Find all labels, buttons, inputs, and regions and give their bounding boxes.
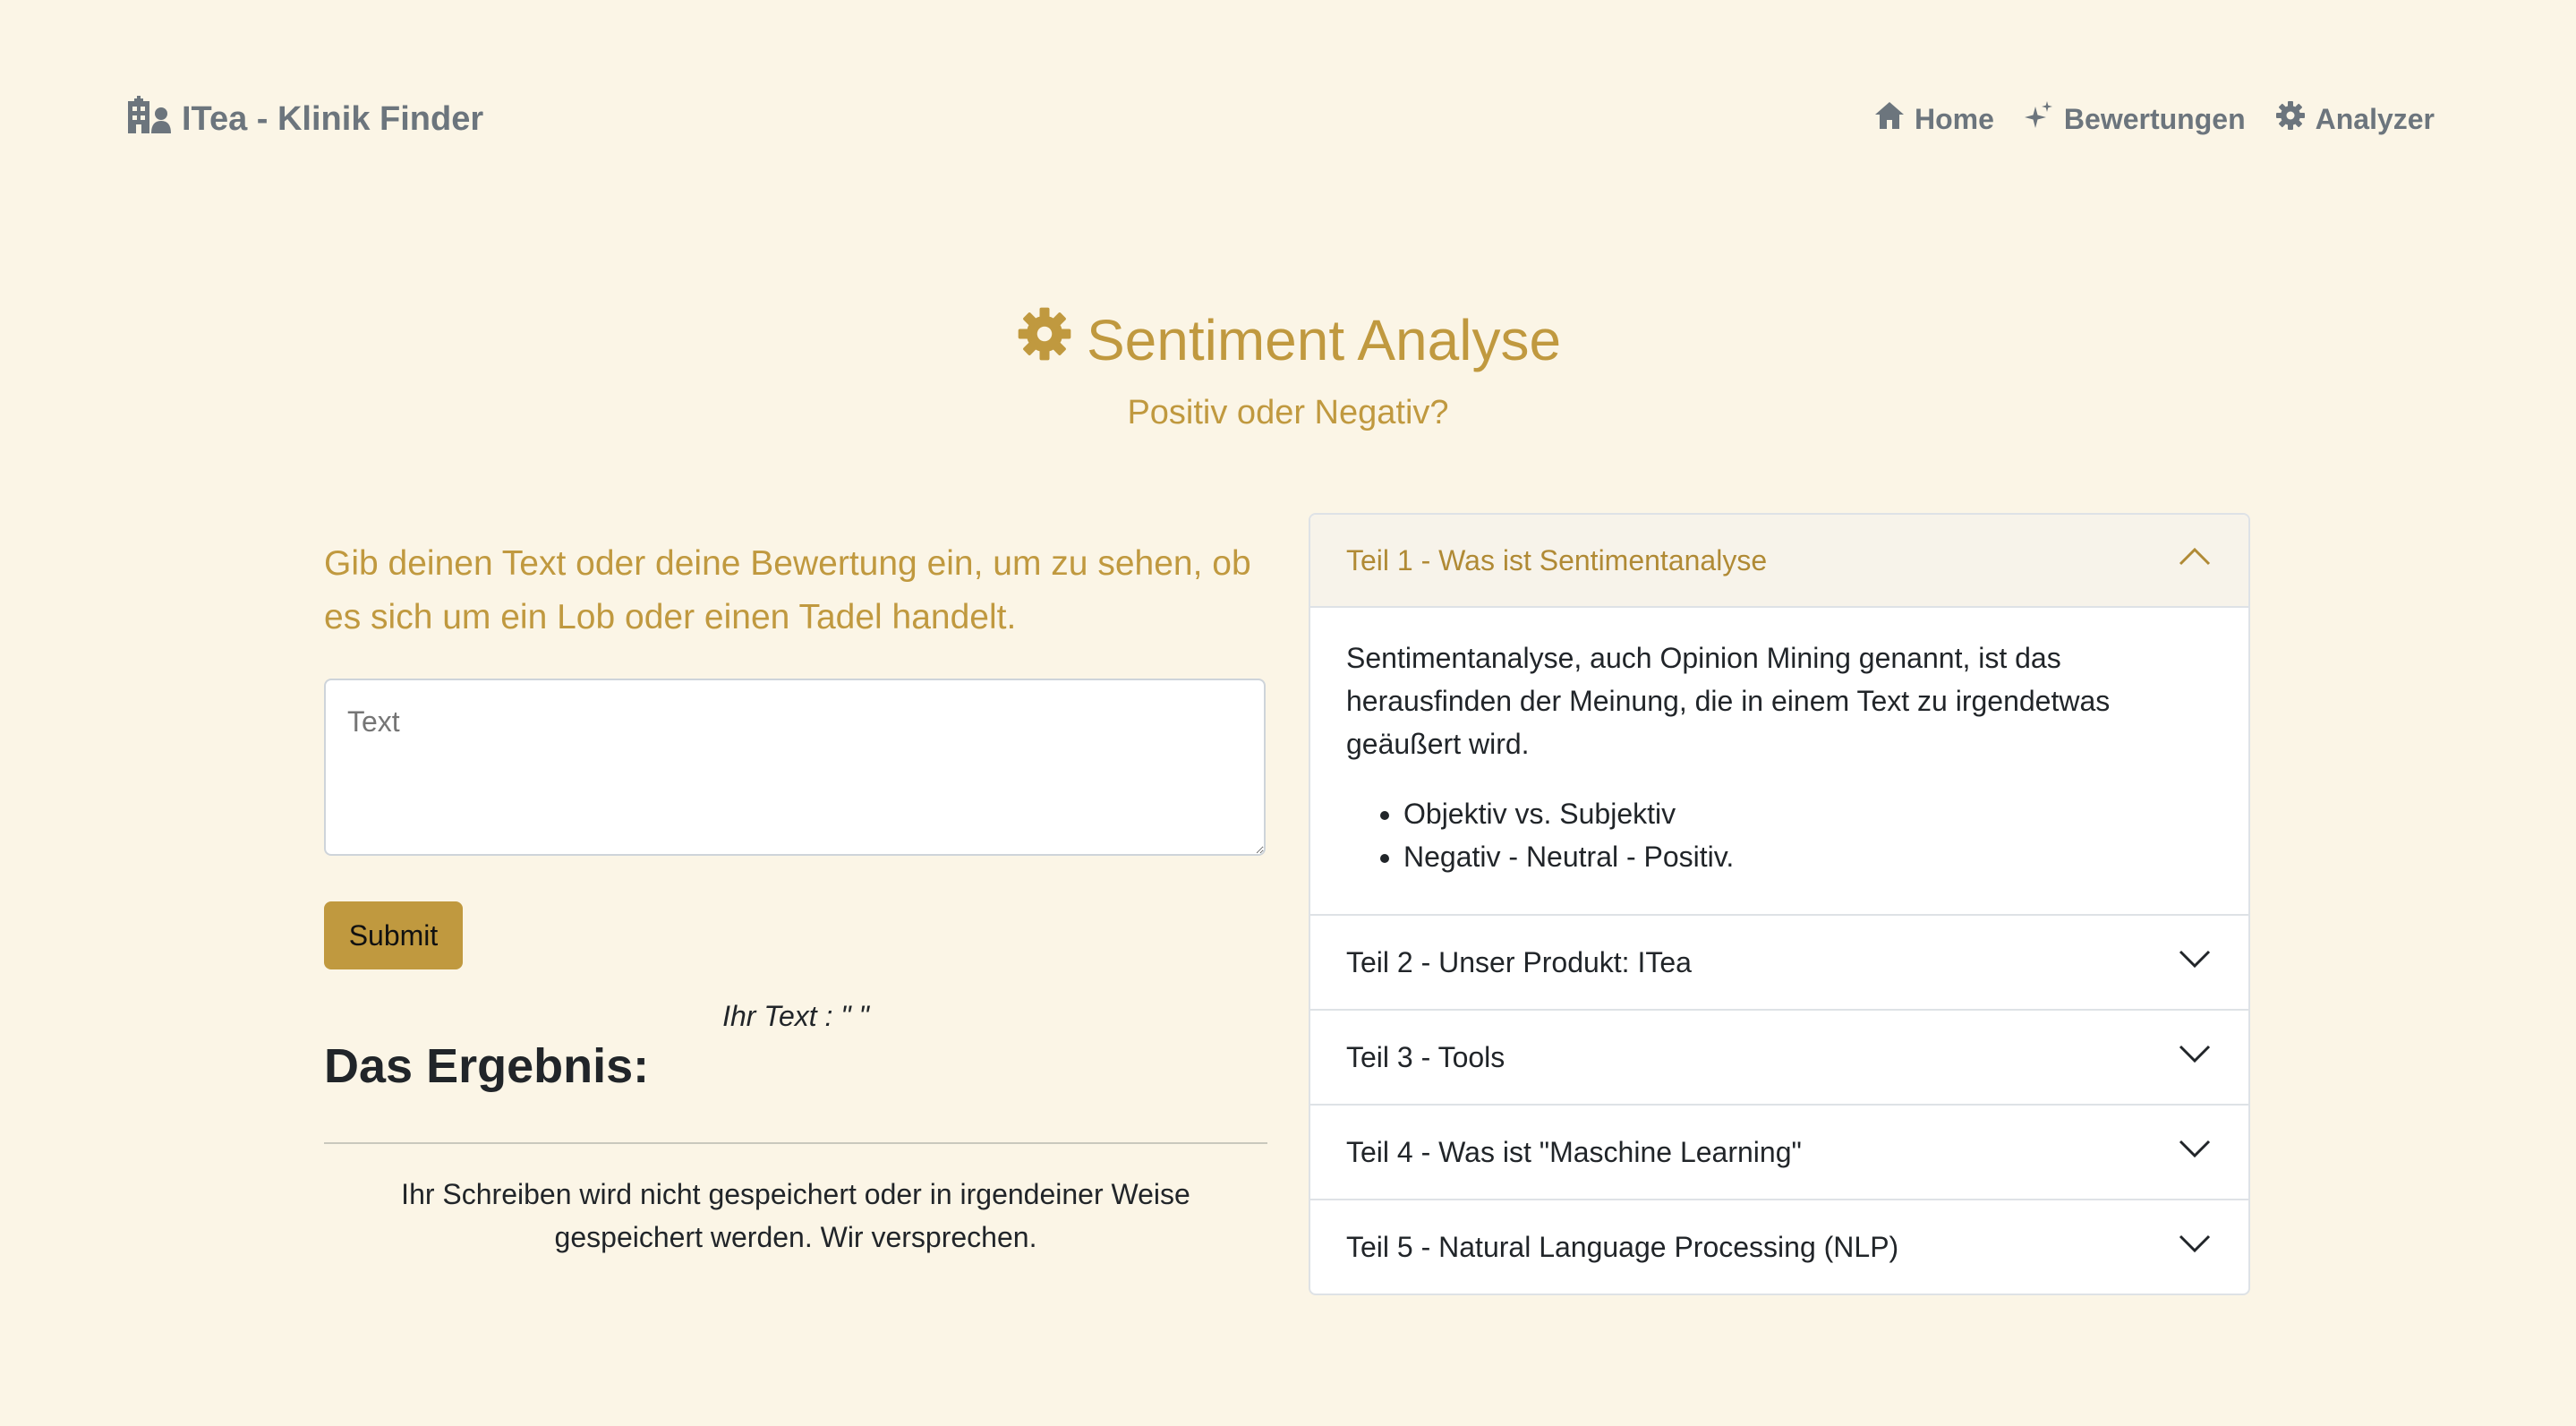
brand-label: ITea - Klinik Finder (182, 99, 484, 138)
chevron-down-icon (2177, 941, 2213, 984)
accordion-header-teil-3[interactable]: Teil 3 - Tools (1310, 1011, 2248, 1104)
nav-analyzer-link[interactable]: Analyzer (2274, 99, 2435, 139)
accordion-header-teil-1[interactable]: Teil 1 - Was ist Sentimentanalyse (1310, 515, 2248, 608)
result-title: Das Ergebnis: (324, 1039, 650, 1093)
accordion-item: Teil 2 - Unser Produkt: ITea (1310, 916, 2248, 1011)
analyzer-form: Gib deinen Text oder deine Bewertung ein… (324, 537, 1267, 1253)
accordion-title: Teil 3 - Tools (1346, 1040, 1506, 1073)
submit-button[interactable]: Submit (324, 901, 463, 969)
nav-home-label: Home (1915, 102, 1994, 135)
gear-icon (2274, 99, 2307, 139)
chevron-down-icon (2177, 1225, 2213, 1268)
accordion-paragraph: Sentimentanalyse, auch Opinion Mining ge… (1346, 642, 2111, 760)
sparkles-icon (2023, 99, 2055, 139)
privacy-note: Ihr Schreiben wird nicht gespeichert ode… (401, 1178, 1190, 1253)
accordion-header-teil-5[interactable]: Teil 5 - Natural Language Processing (NL… (1310, 1200, 2248, 1294)
page-title-label: Sentiment Analyse (1086, 308, 1562, 372)
accordion-body-teil-1: Sentimentanalyse, auch Opinion Mining ge… (1310, 608, 2248, 914)
nav-links: Home Bewertungen Analyzer (1873, 97, 2435, 141)
list-item: Negativ - Neutral - Positiv. (1403, 835, 2213, 878)
chevron-down-icon (2177, 1036, 2213, 1079)
accordion-header-teil-4[interactable]: Teil 4 - Was ist "Maschine Learning" (1310, 1106, 2248, 1199)
accordion-item: Teil 4 - Was ist "Maschine Learning" (1310, 1106, 2248, 1200)
brand-link[interactable]: ITea - Klinik Finder (126, 94, 484, 144)
page-subtitle: Positiv oder Negativ? (1127, 394, 1449, 431)
page-title: Sentiment Analyse (1015, 295, 1561, 385)
accordion-title: Teil 4 - Was ist "Maschine Learning" (1346, 1135, 1802, 1168)
gear-icon (1015, 304, 1074, 377)
hero: Sentiment Analyse Positiv oder Negativ? (0, 295, 2576, 432)
nav-analyzer-label: Analyzer (2315, 102, 2435, 135)
accordion-bullet-list: Objektiv vs. Subjektiv Negativ - Neutral… (1346, 792, 2213, 878)
hospital-user-icon (126, 94, 171, 144)
info-accordion: Teil 1 - Was ist Sentimentanalyse Sentim… (1309, 513, 2250, 1295)
accordion-item: Teil 3 - Tools (1310, 1011, 2248, 1106)
nav-bewertungen-label: Bewertungen (2063, 102, 2246, 135)
chevron-up-icon (2177, 539, 2213, 582)
accordion-item: Teil 1 - Was ist Sentimentanalyse Sentim… (1310, 515, 2248, 916)
chevron-down-icon (2177, 1131, 2213, 1174)
list-item: Objektiv vs. Subjektiv (1403, 792, 2213, 835)
text-input[interactable] (324, 679, 1266, 856)
accordion-header-teil-2[interactable]: Teil 2 - Unser Produkt: ITea (1310, 916, 2248, 1009)
form-lead: Gib deinen Text oder deine Bewertung ein… (324, 544, 1251, 636)
accordion-item: Teil 5 - Natural Language Processing (NL… (1310, 1200, 2248, 1294)
accordion-title: Teil 1 - Was ist Sentimentanalyse (1346, 543, 1768, 576)
nav-bewertungen-link[interactable]: Bewertungen (2023, 99, 2246, 139)
accordion-title: Teil 2 - Unser Produkt: ITea (1346, 945, 1692, 978)
nav-home-link[interactable]: Home (1873, 99, 1994, 139)
divider (324, 1142, 1267, 1144)
your-text-echo: Ihr Text : " " (722, 1000, 869, 1032)
navbar: ITea - Klinik Finder Home Bewertungen An… (0, 0, 2576, 237)
accordion-title: Teil 5 - Natural Language Processing (NL… (1346, 1230, 1899, 1263)
house-icon (1873, 99, 1906, 139)
